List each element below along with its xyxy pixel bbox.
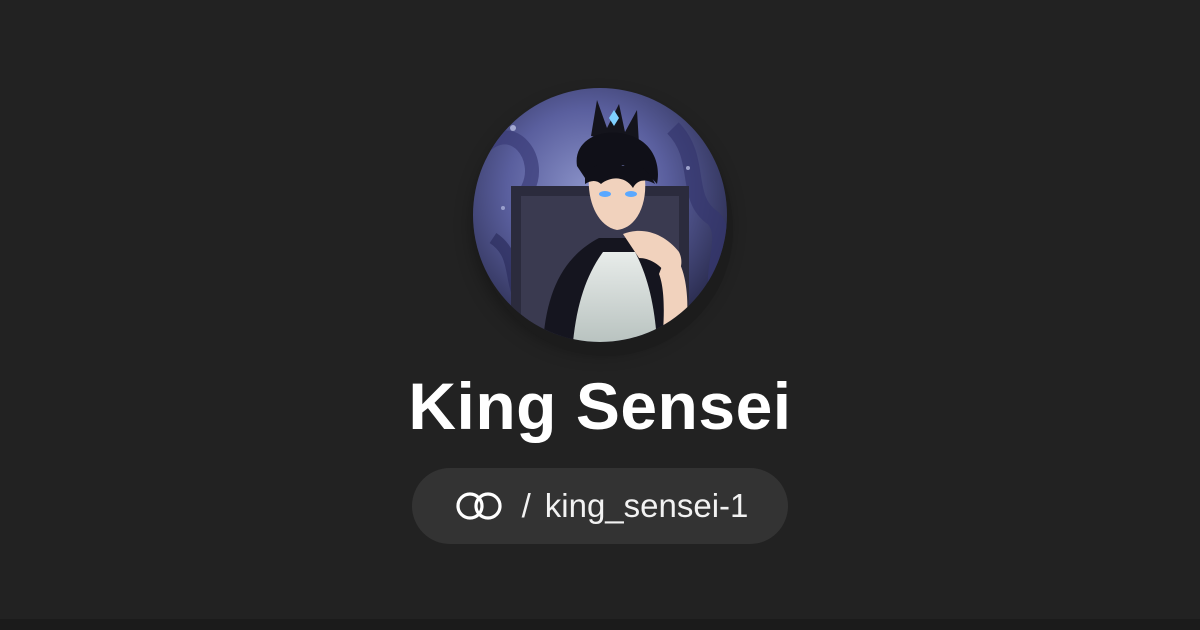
profile-name: King Sensei bbox=[408, 369, 792, 443]
handle-username: king_sensei-1 bbox=[544, 487, 749, 524]
linktree-rings-icon bbox=[455, 492, 502, 520]
profile-card: King Sensei / king_sensei-1 bbox=[0, 0, 1200, 630]
avatar bbox=[473, 88, 727, 342]
avatar-image bbox=[473, 88, 727, 342]
profile-handle-link[interactable]: / king_sensei-1 bbox=[412, 468, 788, 544]
handle-separator: / bbox=[521, 487, 531, 524]
bottom-divider bbox=[0, 619, 1200, 630]
